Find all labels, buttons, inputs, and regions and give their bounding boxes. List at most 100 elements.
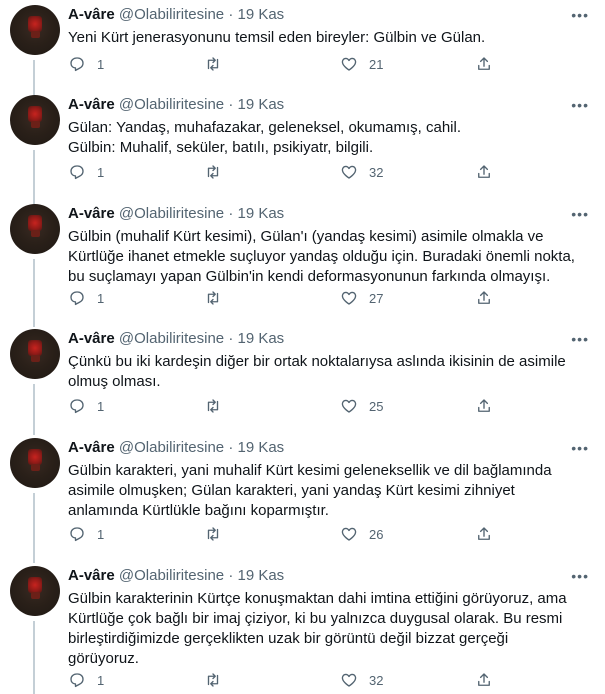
reply-button[interactable]: 1 bbox=[68, 524, 104, 544]
reply-count: 1 bbox=[97, 526, 105, 542]
avatar[interactable] bbox=[10, 329, 60, 379]
thread-line bbox=[33, 621, 35, 694]
author-name[interactable]: A-vâre bbox=[68, 439, 115, 456]
tweet-actions: 1 25 bbox=[68, 396, 591, 416]
heart-icon bbox=[341, 673, 357, 687]
tweet-content: A-vâre @Olabiliritesine · 19 Kas ••• Gül… bbox=[68, 438, 591, 542]
tweet-header: A-vâre @Olabiliritesine · 19 Kas bbox=[68, 95, 591, 115]
like-count: 26 bbox=[369, 526, 384, 542]
share-button[interactable] bbox=[475, 162, 493, 182]
avatar[interactable] bbox=[10, 5, 60, 55]
tweet-header: A-vâre @Olabiliritesine · 19 Kas bbox=[68, 5, 591, 25]
more-icon[interactable]: ••• bbox=[571, 97, 589, 113]
heart-icon bbox=[341, 291, 357, 305]
retweet-button[interactable] bbox=[204, 396, 233, 416]
tweet-text: Gülbin (muhalif Kürt kesimi), Gülan'ı (y… bbox=[68, 228, 575, 285]
retweet-button[interactable] bbox=[204, 54, 233, 74]
retweet-button[interactable] bbox=[204, 162, 233, 182]
avatar[interactable] bbox=[10, 438, 60, 488]
heart-icon bbox=[341, 165, 357, 179]
thread-line bbox=[33, 384, 35, 435]
separator-dot: · bbox=[228, 6, 234, 23]
like-count: 32 bbox=[369, 164, 384, 180]
share-icon bbox=[478, 57, 490, 70]
more-icon[interactable]: ••• bbox=[571, 206, 589, 222]
author-handle[interactable]: @Olabiliritesine bbox=[119, 6, 224, 23]
reply-button[interactable]: 1 bbox=[68, 670, 104, 690]
more-icon[interactable]: ••• bbox=[571, 568, 589, 584]
avatar[interactable] bbox=[10, 566, 60, 616]
separator-dot: · bbox=[228, 439, 234, 456]
share-button[interactable] bbox=[475, 524, 493, 544]
tweet-date[interactable]: 19 Kas bbox=[237, 6, 284, 23]
tweet-text: Çünkü bu iki kardeşin diğer bir ortak no… bbox=[68, 353, 566, 390]
share-button[interactable] bbox=[475, 396, 493, 416]
thread-line bbox=[33, 259, 35, 327]
author-handle[interactable]: @Olabiliritesine bbox=[119, 567, 224, 584]
author-name[interactable]: A-vâre bbox=[68, 330, 115, 347]
author-handle[interactable]: @Olabiliritesine bbox=[119, 330, 224, 347]
share-icon bbox=[478, 673, 490, 686]
author-handle[interactable]: @Olabiliritesine bbox=[119, 205, 224, 222]
retweet-button[interactable] bbox=[204, 524, 233, 544]
like-button[interactable]: 21 bbox=[340, 54, 383, 74]
retweet-icon bbox=[207, 399, 219, 413]
retweet-button[interactable] bbox=[204, 670, 233, 690]
share-icon bbox=[478, 399, 490, 412]
retweet-icon bbox=[207, 527, 219, 541]
share-icon bbox=[478, 165, 490, 178]
reply-button[interactable]: 1 bbox=[68, 54, 104, 74]
share-icon bbox=[478, 527, 490, 540]
avatar[interactable] bbox=[10, 95, 60, 145]
tweet-date[interactable]: 19 Kas bbox=[237, 567, 284, 584]
avatar[interactable] bbox=[10, 204, 60, 254]
author-name[interactable]: A-vâre bbox=[68, 96, 115, 113]
like-button[interactable]: 32 bbox=[340, 162, 383, 182]
reply-count: 1 bbox=[97, 672, 105, 688]
share-button[interactable] bbox=[475, 670, 493, 690]
more-icon[interactable]: ••• bbox=[571, 331, 589, 347]
more-icon[interactable]: ••• bbox=[571, 440, 589, 456]
like-button[interactable]: 27 bbox=[340, 288, 383, 308]
reply-button[interactable]: 1 bbox=[68, 396, 104, 416]
tweet-date[interactable]: 19 Kas bbox=[237, 330, 284, 347]
reply-button[interactable]: 1 bbox=[68, 288, 104, 308]
reply-icon bbox=[70, 527, 84, 542]
tweet-content: A-vâre @Olabiliritesine · 19 Kas ••• Çün… bbox=[68, 329, 591, 414]
like-button[interactable]: 26 bbox=[340, 524, 383, 544]
author-handle[interactable]: @Olabiliritesine bbox=[119, 96, 224, 113]
separator-dot: · bbox=[228, 567, 234, 584]
retweet-button[interactable] bbox=[204, 288, 233, 308]
like-button[interactable]: 32 bbox=[340, 670, 383, 690]
share-icon bbox=[478, 291, 490, 304]
tweet-actions: 1 32 bbox=[68, 670, 591, 690]
share-button[interactable] bbox=[475, 288, 493, 308]
reply-button[interactable]: 1 bbox=[68, 162, 104, 182]
tweet-content: A-vâre @Olabiliritesine · 19 Kas ••• Yen… bbox=[68, 5, 591, 72]
author-name[interactable]: A-vâre bbox=[68, 205, 115, 222]
tweet-actions: 1 26 bbox=[68, 524, 591, 544]
reply-count: 1 bbox=[97, 398, 105, 414]
tweet-date[interactable]: 19 Kas bbox=[237, 439, 284, 456]
heart-icon bbox=[341, 57, 357, 71]
more-icon[interactable]: ••• bbox=[571, 7, 589, 23]
author-handle[interactable]: @Olabiliritesine bbox=[119, 439, 224, 456]
retweet-icon bbox=[207, 291, 219, 305]
tweet-date[interactable]: 19 Kas bbox=[237, 205, 284, 222]
reply-icon bbox=[70, 57, 84, 72]
reply-icon bbox=[70, 399, 84, 414]
separator-dot: · bbox=[228, 205, 234, 222]
share-button[interactable] bbox=[475, 54, 493, 74]
like-count: 21 bbox=[369, 56, 384, 72]
tweet-text: Yeni Kürt jenerasyonunu temsil eden bire… bbox=[68, 29, 486, 46]
tweet-date[interactable]: 19 Kas bbox=[237, 96, 284, 113]
tweet-content: A-vâre @Olabiliritesine · 19 Kas ••• Gül… bbox=[68, 566, 591, 688]
separator-dot: · bbox=[228, 96, 234, 113]
tweet-content: A-vâre @Olabiliritesine · 19 Kas ••• Gül… bbox=[68, 204, 591, 306]
thread-line bbox=[33, 493, 35, 563]
heart-icon bbox=[341, 399, 357, 413]
author-name[interactable]: A-vâre bbox=[68, 6, 115, 23]
like-button[interactable]: 25 bbox=[340, 396, 383, 416]
tweet-header: A-vâre @Olabiliritesine · 19 Kas bbox=[68, 204, 591, 224]
author-name[interactable]: A-vâre bbox=[68, 567, 115, 584]
